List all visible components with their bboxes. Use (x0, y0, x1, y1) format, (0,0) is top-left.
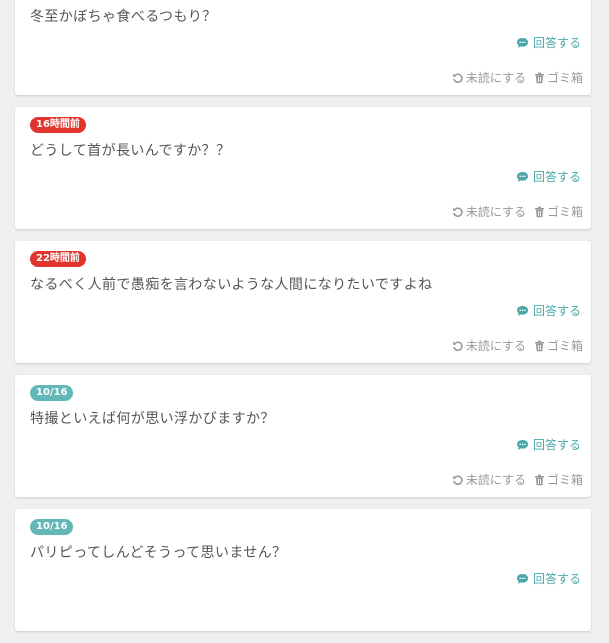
undo-icon (452, 474, 463, 485)
undo-icon (452, 206, 463, 217)
answer-label: 回答する (532, 572, 581, 586)
answer-label: 回答する (532, 304, 581, 318)
speech-bubble-icon (516, 573, 528, 584)
speech-bubble-icon (516, 37, 528, 48)
mark-unread-button[interactable]: 未読にする (452, 337, 526, 354)
mark-unread-label: 未読にする (465, 473, 526, 487)
speech-bubble-icon (516, 439, 528, 450)
mark-unread-button[interactable]: 未読にする (452, 69, 526, 86)
question-text: 冬至かぼちゃ食べるつもり？ (30, 9, 217, 25)
question-card: 22時間前 なるべく人前で愚痴を言わないような人間になりたいですよね 回答する … (15, 241, 591, 363)
mark-unread-label: 未読にする (465, 71, 526, 85)
question-text: どうして首が長いんですか？？ (30, 143, 231, 159)
card-actions: 未読にする ゴミ箱 (452, 471, 583, 488)
date-badge: 10/16 (30, 385, 74, 401)
time-badge: 16時間前 (30, 117, 86, 133)
answer-button[interactable]: 回答する (516, 302, 581, 319)
question-text: なるべく人前で愚痴を言わないような人間になりたいですよね (30, 277, 433, 293)
card-actions: 未読にする ゴミ箱 (452, 69, 583, 86)
question-card: 冬至かぼちゃ食べるつもり？ 回答する 未読にする ゴミ箱 (15, 0, 591, 95)
question-card: 16時間前 どうして首が長いんですか？？ 回答する 未読にする ゴミ箱 (15, 107, 591, 229)
question-feed: 冬至かぼちゃ食べるつもり？ 回答する 未読にする ゴミ箱 16時間前 どうして首… (15, 0, 591, 643)
trash-label: ゴミ箱 (546, 71, 583, 85)
answer-button[interactable]: 回答する (516, 168, 581, 185)
trash-icon (534, 72, 544, 83)
answer-button[interactable]: 回答する (516, 34, 581, 51)
answer-button[interactable]: 回答する (516, 570, 581, 587)
question-card: 10/16 パリピってしんどそうって思いません？ 回答する (15, 509, 591, 631)
trash-icon (534, 340, 544, 351)
answer-button[interactable]: 回答する (516, 436, 581, 453)
undo-icon (452, 340, 463, 351)
card-actions: 未読にする ゴミ箱 (452, 203, 583, 220)
mark-unread-label: 未読にする (465, 339, 526, 353)
trash-button[interactable]: ゴミ箱 (534, 203, 583, 220)
trash-icon (534, 474, 544, 485)
question-card: 10/16 特撮といえば何が思い浮かびますか？ 回答する 未読にする ゴミ箱 (15, 375, 591, 497)
trash-button[interactable]: ゴミ箱 (534, 471, 583, 488)
mark-unread-button[interactable]: 未読にする (452, 203, 526, 220)
trash-label: ゴミ箱 (546, 339, 583, 353)
trash-icon (534, 206, 544, 217)
card-actions: 未読にする ゴミ箱 (452, 337, 583, 354)
time-badge: 22時間前 (30, 251, 86, 267)
mark-unread-label: 未読にする (465, 205, 526, 219)
trash-label: ゴミ箱 (546, 473, 583, 487)
answer-label: 回答する (532, 170, 581, 184)
trash-label: ゴミ箱 (546, 205, 583, 219)
answer-label: 回答する (532, 36, 581, 50)
trash-button[interactable]: ゴミ箱 (534, 337, 583, 354)
answer-label: 回答する (532, 438, 581, 452)
date-badge: 10/16 (30, 519, 74, 535)
speech-bubble-icon (516, 305, 528, 316)
undo-icon (452, 72, 463, 83)
question-text: 特撮といえば何が思い浮かびますか？ (30, 411, 275, 427)
speech-bubble-icon (516, 171, 528, 182)
mark-unread-button[interactable]: 未読にする (452, 471, 526, 488)
trash-button[interactable]: ゴミ箱 (534, 69, 583, 86)
question-text: パリピってしんどそうって思いません？ (30, 545, 287, 561)
